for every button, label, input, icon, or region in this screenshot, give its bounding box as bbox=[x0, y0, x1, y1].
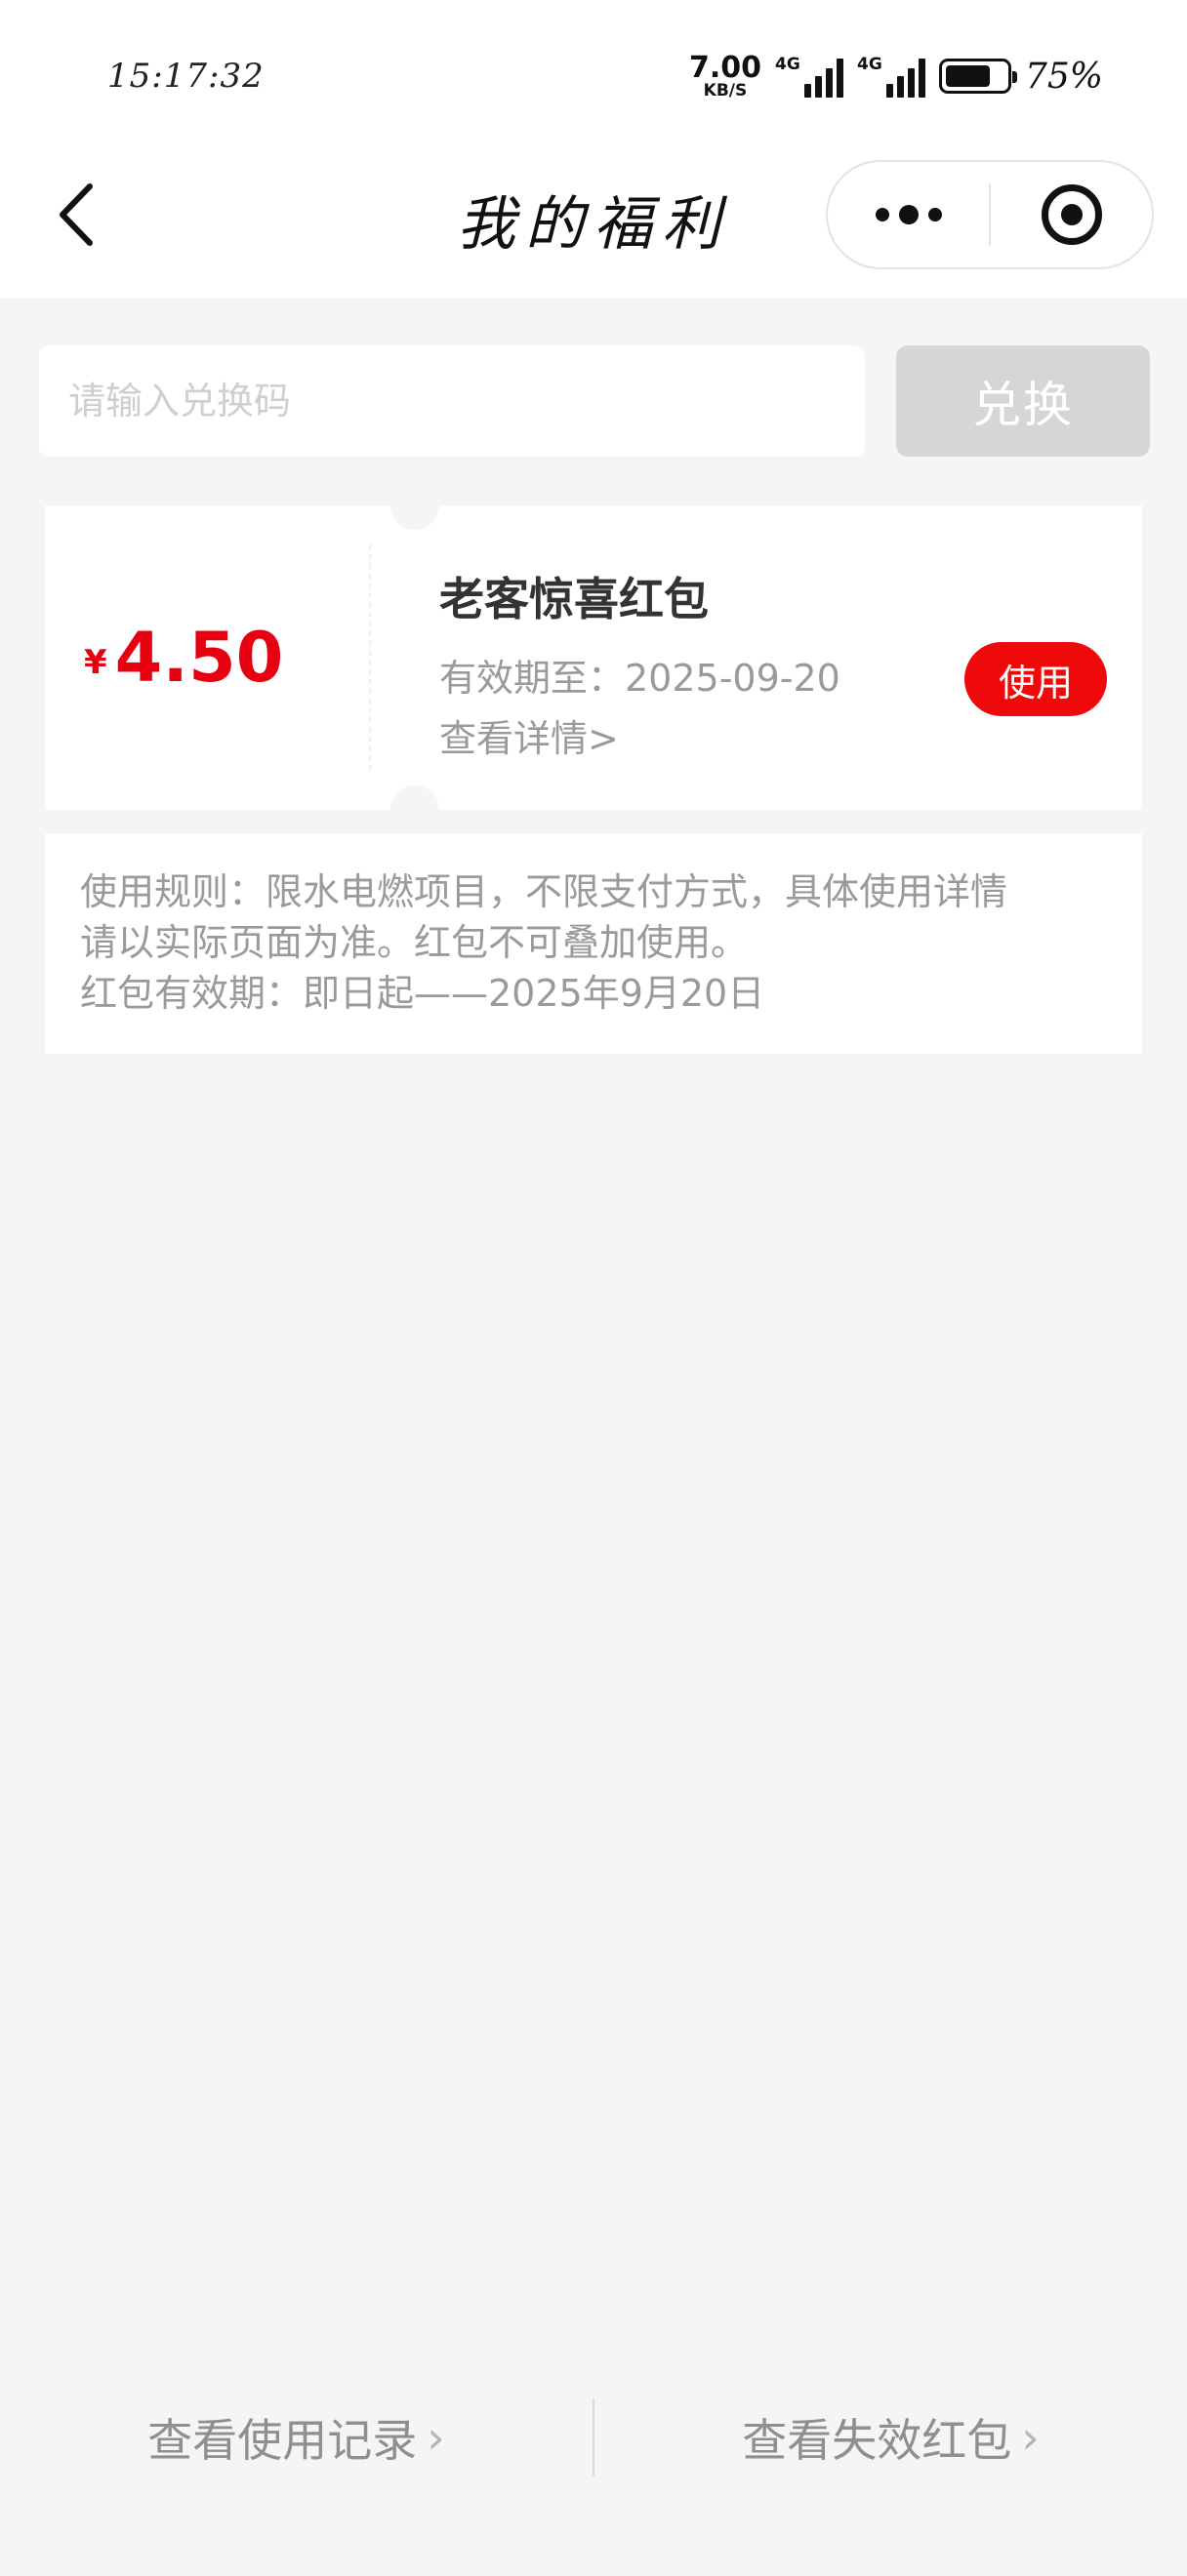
coupon-notch-bottom bbox=[390, 785, 439, 834]
coupon-card: ¥ 4.50 老客惊喜红包 有效期至：2025-09-20 查看详情> 使用 bbox=[45, 481, 1142, 834]
usage-record-label: 查看使用记录 bbox=[147, 2414, 418, 2467]
redeem-button[interactable]: 兑换 bbox=[896, 345, 1150, 457]
footer-links: 查看使用记录 › 查看失效红包 › bbox=[0, 2377, 1187, 2498]
status-icons: 7.00 KB/S 4G 4G 75% bbox=[689, 49, 1103, 103]
expired-packets-label: 查看失效红包 bbox=[742, 2414, 1012, 2467]
usage-rules: 使用规则：限水电燃项目，不限支付方式，具体使用详情 请以实际页面为准。红包不可叠… bbox=[45, 833, 1142, 1054]
expired-packets-link[interactable]: 查看失效红包 › bbox=[594, 2405, 1187, 2470]
network-speed-unit: KB/S bbox=[703, 80, 748, 101]
more-dots-icon bbox=[875, 205, 942, 224]
chevron-right-icon: › bbox=[427, 2411, 445, 2464]
coupon-amount-value: 4.50 bbox=[114, 618, 284, 698]
signal-icon: 4G bbox=[775, 55, 843, 98]
mini-program-capsule bbox=[826, 160, 1154, 269]
signal-icon: 4G bbox=[857, 55, 925, 98]
usage-record-link[interactable]: 查看使用记录 › bbox=[0, 2405, 593, 2470]
battery-percent: 75% bbox=[1024, 56, 1103, 97]
coupon-title: 老客惊喜红包 bbox=[439, 573, 709, 625]
more-button[interactable] bbox=[828, 162, 989, 267]
network-speed-value: 7.00 bbox=[688, 50, 761, 85]
target-circle-icon bbox=[1041, 184, 1102, 245]
rules-line: 请以实际页面为准。红包不可叠加使用。 bbox=[80, 921, 749, 964]
coupon-amount: ¥ 4.50 bbox=[84, 505, 283, 810]
sim2-network-tag: 4G bbox=[856, 55, 882, 74]
chevron-right-icon: › bbox=[1021, 2411, 1040, 2464]
battery-fill bbox=[945, 65, 990, 87]
battery-icon bbox=[938, 59, 1017, 94]
rules-line: 使用规则：限水电燃项目，不限支付方式，具体使用详情 bbox=[80, 870, 1008, 913]
coupon-separator bbox=[369, 544, 371, 771]
coupon-notch-top bbox=[390, 481, 439, 530]
network-speed: 7.00 KB/S bbox=[688, 50, 761, 101]
use-coupon-button[interactable]: 使用 bbox=[964, 642, 1107, 716]
coupon-detail-link[interactable]: 查看详情> bbox=[439, 708, 619, 762]
top-bar: 15:17:32 7.00 KB/S 4G 4G 75% 我的福利 bbox=[0, 0, 1187, 299]
status-time: 15:17:32 bbox=[107, 57, 265, 96]
redeem-code-input[interactable] bbox=[39, 345, 865, 457]
coupon-expiry: 有效期至：2025-09-20 bbox=[439, 657, 840, 700]
close-mini-program-button[interactable] bbox=[991, 162, 1152, 267]
rules-validity-line: 红包有效期：即日起——2025年9月20日 bbox=[80, 972, 765, 1015]
currency-symbol: ¥ bbox=[84, 643, 107, 682]
sim1-network-tag: 4G bbox=[774, 55, 800, 74]
